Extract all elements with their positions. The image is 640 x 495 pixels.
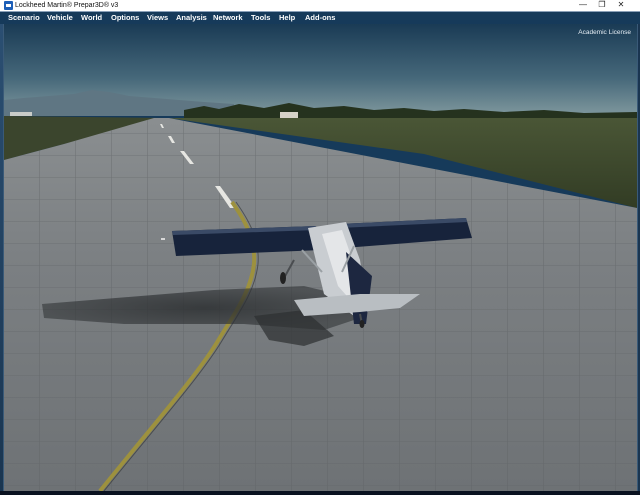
close-button[interactable]: ✕ — [612, 0, 630, 11]
menu-add-ons[interactable]: Add-ons — [305, 12, 335, 24]
scene-render — [4, 24, 637, 491]
terminal-building — [10, 112, 32, 116]
minimize-button[interactable]: — — [574, 0, 592, 11]
simulation-viewport[interactable]: Academic License — [3, 24, 638, 491]
window-title: Lockheed Martin® Prepar3D® v3 — [15, 2, 119, 9]
application-window: Lockheed Martin® Prepar3D® v3 — ❐ ✕ Scen… — [0, 0, 640, 495]
bottom-border — [0, 491, 640, 495]
menu-network[interactable]: Network — [213, 12, 243, 24]
title-bar[interactable]: Lockheed Martin® Prepar3D® v3 — ❐ ✕ — [0, 0, 640, 12]
menu-world[interactable]: World — [81, 12, 102, 24]
menu-vehicle[interactable]: Vehicle — [47, 12, 73, 24]
hangar-building — [280, 112, 298, 118]
restore-button[interactable]: ❐ — [593, 0, 611, 11]
license-label: Academic License — [578, 29, 631, 36]
menu-views[interactable]: Views — [147, 12, 168, 24]
menu-bar: Scenario Vehicle World Options Views Ana… — [0, 12, 640, 24]
menu-options[interactable]: Options — [111, 12, 139, 24]
menu-scenario[interactable]: Scenario — [8, 12, 40, 24]
menu-tools[interactable]: Tools — [251, 12, 270, 24]
prepar3d-app-icon[interactable] — [4, 1, 13, 10]
menu-analysis[interactable]: Analysis — [176, 12, 207, 24]
menu-help[interactable]: Help — [279, 12, 295, 24]
